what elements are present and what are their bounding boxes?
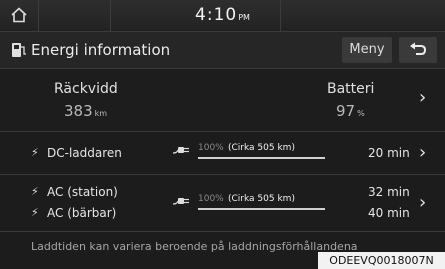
charging-time-note: Laddtiden kan variera beroende på laddni… xyxy=(31,240,358,253)
menu-button[interactable]: Meny xyxy=(342,37,392,63)
page-title: Energi information xyxy=(31,41,171,59)
chevron-right-icon: › xyxy=(419,87,427,108)
range-unit: km xyxy=(94,109,108,118)
dc-charge-progress-bar xyxy=(198,157,325,159)
ac-station-label: AC (station) xyxy=(47,185,118,199)
ac-charger-row[interactable]: ⚡ AC (station) ⚡ AC (bärbar) 100% (Cirka… xyxy=(0,175,445,232)
chevron-right-icon: › xyxy=(419,142,427,163)
chevron-right-icon: › xyxy=(419,192,427,213)
ac-station-time: 32 min xyxy=(368,185,410,199)
ac-portable-label: AC (bärbar) xyxy=(47,206,117,220)
clock-time: 4:10 xyxy=(195,5,238,25)
dc-charge-time: 20 min xyxy=(368,146,410,160)
lightning-icon: ⚡ xyxy=(31,206,39,219)
dc-charger-label: DC-laddaren xyxy=(47,146,122,160)
lightning-icon: ⚡ xyxy=(31,146,39,159)
ac-charge-percent: 100% xyxy=(198,194,224,204)
lightning-icon: ⚡ xyxy=(31,185,39,198)
ac-charge-approx-range: (Cirka 505 km) xyxy=(228,194,295,204)
battery-unit: % xyxy=(357,109,365,118)
range-value: 383 km xyxy=(64,102,107,120)
dc-charger-row[interactable]: ⚡ DC-laddaren 100% (Cirka 505 km) 20 min… xyxy=(0,132,445,175)
title-bar: Energi information Meny xyxy=(0,32,445,69)
ev-charger-icon xyxy=(11,41,27,59)
range-label: Räckvidd xyxy=(54,81,118,97)
range-battery-row[interactable]: Räckvidd 383 km Batteri 97% › xyxy=(0,69,445,132)
plug-icon xyxy=(173,198,189,205)
figure-code-label: ODEEVQ0018007N xyxy=(318,252,445,269)
ac-portable-time: 40 min xyxy=(368,206,410,220)
status-bar: 4:10PM xyxy=(0,0,445,32)
ac-charge-progress-bar xyxy=(198,208,325,210)
dc-charge-percent: 100% xyxy=(198,143,224,153)
plug-icon xyxy=(173,147,189,154)
range-number: 383 xyxy=(64,102,93,120)
dc-charge-approx-range: (Cirka 505 km) xyxy=(228,143,295,153)
battery-label: Batteri xyxy=(327,81,375,97)
back-arrow-icon xyxy=(410,42,427,55)
battery-value: 97% xyxy=(336,102,365,120)
energy-info-screen: 4:10PM Energi information Meny Räckvidd … xyxy=(0,0,445,269)
back-button[interactable] xyxy=(399,37,437,63)
clock-suffix: PM xyxy=(238,13,250,22)
clock: 4:10PM xyxy=(0,5,445,25)
battery-number: 97 xyxy=(336,102,356,120)
